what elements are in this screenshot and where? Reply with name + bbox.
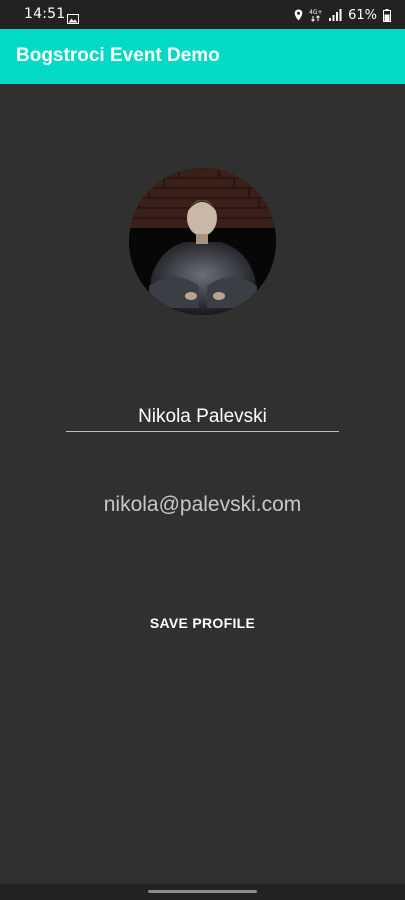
email-text: nikola@palevski.com [103,493,302,516]
gallery-icon [67,9,79,24]
network-4g-icon: 4G+ [309,8,323,22]
profile-photo-icon [129,168,276,315]
battery-icon [383,8,391,22]
navigation-bar [0,884,405,900]
location-icon [294,9,303,21]
app-screen: 14:51 4G+ 61% Bogstroci Event Demo Nikol… [0,0,405,900]
name-field-underline [66,431,339,432]
status-icons: 4G+ 61% [294,5,391,25]
status-bar: 14:51 4G+ 61% [0,0,405,29]
network-type-label: 4G+ [309,9,323,16]
save-profile-button[interactable]: SAVE PROFILE [132,605,273,641]
app-bar: Bogstroci Event Demo [0,29,405,84]
battery-percent: 61% [348,7,377,23]
status-time: 14:51 [24,6,66,22]
name-input-value[interactable]: Nikola Palevski [66,406,339,428]
name-field[interactable]: Nikola Palevski [66,398,339,434]
home-gesture-handle[interactable] [148,890,257,893]
app-title: Bogstroci Event Demo [16,45,220,66]
profile-avatar[interactable] [129,168,276,315]
signal-icon [329,9,342,21]
